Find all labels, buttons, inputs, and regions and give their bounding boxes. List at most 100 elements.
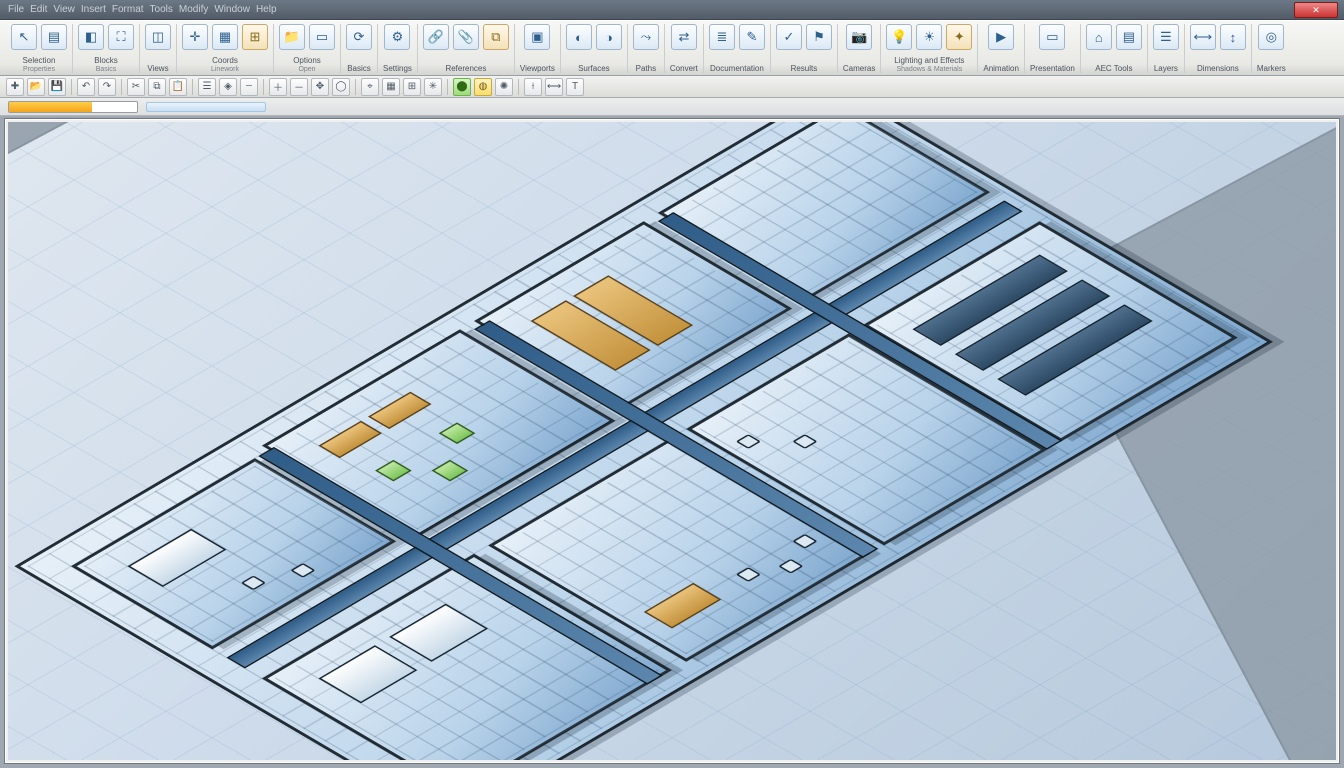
attach-icon[interactable]: 📎: [453, 24, 479, 50]
text-button[interactable]: T: [566, 78, 584, 96]
cam-icon[interactable]: 📷: [846, 24, 872, 50]
zoom-out-button[interactable]: －: [290, 78, 308, 96]
doc2-icon[interactable]: ✎: [739, 24, 765, 50]
loading-progress-bar: [8, 101, 138, 113]
menu-window[interactable]: Window: [214, 4, 250, 15]
measure-button[interactable]: ⟊: [524, 78, 542, 96]
ribbon-group-sublabel: Basics: [96, 66, 117, 73]
bulb-icon[interactable]: 💡: [886, 24, 912, 50]
toolbar-separator: [518, 79, 519, 95]
snap-button[interactable]: ⌖: [361, 78, 379, 96]
menu-view[interactable]: View: [53, 4, 75, 15]
copy-button[interactable]: ⧉: [148, 78, 166, 96]
sun-icon[interactable]: ☀: [916, 24, 942, 50]
render-button[interactable]: ⬤: [453, 78, 471, 96]
file-icon[interactable]: ▭: [309, 24, 335, 50]
dim2-icon[interactable]: ↕: [1220, 24, 1246, 50]
vp-icon[interactable]: ▣: [524, 24, 550, 50]
window-close-button[interactable]: ✕: [1294, 2, 1338, 18]
ribbon-group-surfaces: ◐◑ Surfaces: [561, 24, 628, 73]
ribbon-group-sublabel: Linework: [211, 66, 239, 73]
ribbon-group-label: Surfaces: [578, 65, 610, 73]
aec1-icon[interactable]: ⌂: [1086, 24, 1112, 50]
menu-file[interactable]: File: [8, 4, 24, 15]
menu-insert[interactable]: Insert: [81, 4, 106, 15]
folder-icon[interactable]: 📁: [279, 24, 305, 50]
rotate-icon[interactable]: ⟳: [346, 24, 372, 50]
ribbon-group-markers: ◎Markers: [1252, 24, 1291, 73]
axis-icon[interactable]: ✛: [182, 24, 208, 50]
status-progress-strip: [0, 98, 1344, 116]
menu-tools[interactable]: Tools: [150, 4, 173, 15]
ltype-button[interactable]: ┄: [240, 78, 258, 96]
open-button[interactable]: 📂: [27, 78, 45, 96]
ribbon-group-label: Basics: [347, 65, 371, 73]
conv-icon[interactable]: ⇄: [671, 24, 697, 50]
polar-button[interactable]: ✳: [424, 78, 442, 96]
play-icon[interactable]: ▶: [988, 24, 1014, 50]
cube-icon[interactable]: ◧: [78, 24, 104, 50]
ribbon-group-results: ✓⚑ Results: [771, 24, 838, 73]
ribbon-group-cameras: 📷 Cameras: [838, 24, 881, 73]
pan-button[interactable]: ✥: [311, 78, 329, 96]
lay-icon[interactable]: ☰: [1153, 24, 1179, 50]
aec2-icon[interactable]: ▤: [1116, 24, 1142, 50]
cursor-icon[interactable]: ↖: [11, 24, 37, 50]
fx-icon[interactable]: ✦: [946, 24, 972, 50]
save-button[interactable]: 💾: [48, 78, 66, 96]
canvas[interactable]: [8, 122, 1336, 760]
ribbon-group-documentation: ≣✎Documentation: [704, 24, 771, 73]
layer-button[interactable]: ☰: [198, 78, 216, 96]
link-icon[interactable]: 🔗: [423, 24, 449, 50]
undo-button[interactable]: ↶: [77, 78, 95, 96]
ribbon-toolbar: ↖▤SelectionProperties◧⛶BlocksBasics◫View…: [0, 20, 1344, 76]
ribbon-group-label: Paths: [636, 65, 656, 73]
menu-edit[interactable]: Edit: [30, 4, 47, 15]
mrk-icon[interactable]: ◎: [1258, 24, 1284, 50]
lights-button[interactable]: ✺: [495, 78, 513, 96]
ribbon-group-blocks: ◧⛶ BlocksBasics: [73, 24, 140, 73]
layers-icon[interactable]: ▤: [41, 24, 67, 50]
model-viewport[interactable]: [0, 116, 1344, 768]
menu-help[interactable]: Help: [256, 4, 277, 15]
xref-icon[interactable]: ⧉: [483, 24, 509, 50]
secondary-progress-bar: [146, 102, 266, 112]
res2-icon[interactable]: ⚑: [806, 24, 832, 50]
pres-icon[interactable]: ▭: [1039, 24, 1065, 50]
ribbon-group-label: Blocks: [94, 57, 118, 65]
menu-modify[interactable]: Modify: [179, 4, 208, 15]
paste-button[interactable]: 📋: [169, 78, 187, 96]
ribbon-group-sublabel: Open: [298, 66, 315, 73]
ortho-icon[interactable]: ⊞: [242, 24, 268, 50]
menu-bar: File Edit View Insert Format Tools Modif…: [0, 0, 1344, 20]
gear-icon[interactable]: ⚙: [384, 24, 410, 50]
ribbon-group-label: Cameras: [843, 65, 875, 73]
cubes-icon[interactable]: ⛶: [108, 24, 134, 50]
ortho-button[interactable]: ⊞: [403, 78, 421, 96]
ribbon-group-basics: ⟳ Basics: [341, 24, 378, 73]
menu-format[interactable]: Format: [112, 4, 144, 15]
cut-button[interactable]: ✂: [127, 78, 145, 96]
materials-button[interactable]: ◍: [474, 78, 492, 96]
new-button[interactable]: ✚: [6, 78, 24, 96]
res1-icon[interactable]: ✓: [776, 24, 802, 50]
surf1-icon[interactable]: ◐: [566, 24, 592, 50]
ribbon-group-label: Results: [791, 65, 818, 73]
color-button[interactable]: ◈: [219, 78, 237, 96]
ribbon-group-label: Coords: [212, 57, 238, 65]
path-icon[interactable]: ⤳: [633, 24, 659, 50]
grid-button[interactable]: ▦: [382, 78, 400, 96]
redo-button[interactable]: ↷: [98, 78, 116, 96]
ribbon-group-paths: ⤳ Paths: [628, 24, 665, 73]
ribbon-group-references: 🔗📎⧉References: [418, 24, 515, 73]
ribbon-group-label: Lighting and Effects: [894, 57, 964, 65]
dim-button[interactable]: ⟷: [545, 78, 563, 96]
ribbon-group-label: Selection: [23, 57, 56, 65]
dim1-icon[interactable]: ⟷: [1190, 24, 1216, 50]
view-icon[interactable]: ◫: [145, 24, 171, 50]
zoom-in-button[interactable]: ＋: [269, 78, 287, 96]
grid-icon[interactable]: ▦: [212, 24, 238, 50]
orbit-button[interactable]: ◯: [332, 78, 350, 96]
surf2-icon[interactable]: ◑: [596, 24, 622, 50]
doc1-icon[interactable]: ≣: [709, 24, 735, 50]
